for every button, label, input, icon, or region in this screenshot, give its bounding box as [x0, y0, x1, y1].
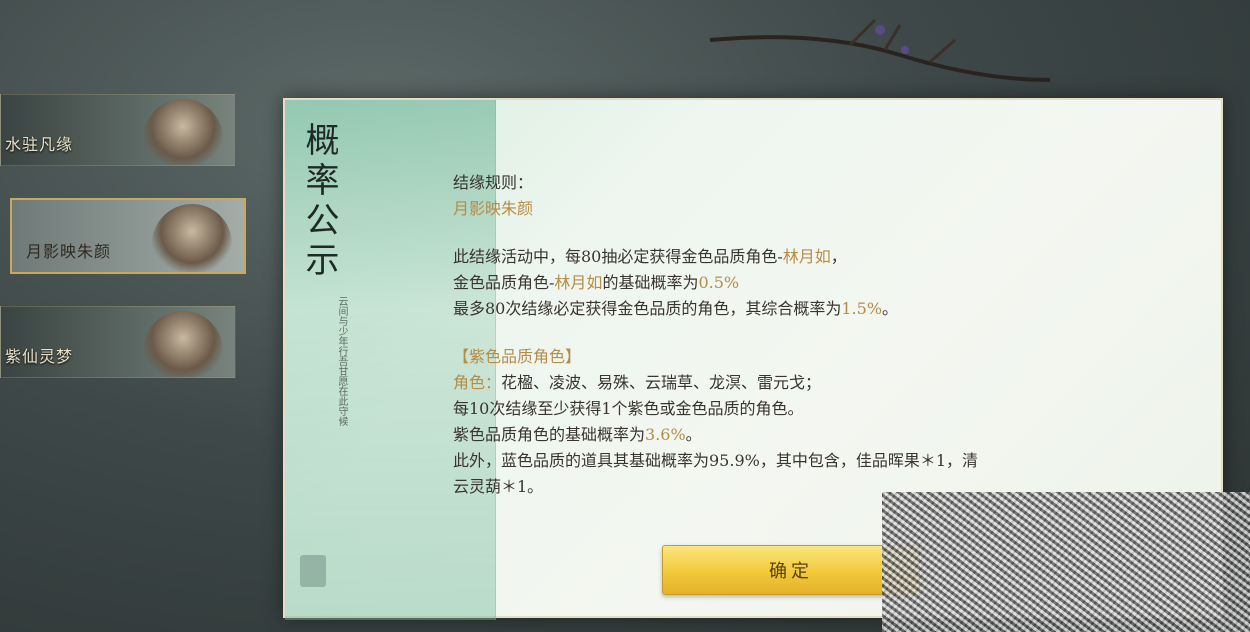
dialog-subtitle: 云间与少年行吾甘愿在此守候	[336, 296, 347, 426]
seal-icon	[300, 555, 326, 587]
character-portrait	[143, 311, 223, 377]
text-segment: 最多80次结缘必定获得金色品质的角色，其综合概率为	[453, 299, 842, 318]
purple-line-2: 每10次结缘至少获得1个紫色或金色品质的角色。	[453, 399, 804, 418]
banner-label: 紫仙灵梦	[5, 347, 74, 366]
banner-item-1[interactable]: 水驻凡缘	[0, 94, 236, 166]
purple-roles-line: 角色：花楹、凌波、易殊、云瑞草、龙溟、雷元戈；	[453, 370, 1143, 396]
character-portrait	[152, 204, 232, 272]
rules-content: 结缘规则： 月影映朱颜 此结缘活动中，每80抽必定获得金色品质角色-林月如， 金…	[453, 170, 1143, 500]
banner-item-3[interactable]: 紫仙灵梦	[0, 306, 236, 378]
rate-value: 3.6%	[645, 425, 686, 444]
banner-label: 月影映朱颜	[26, 242, 112, 261]
text-segment: 角色：	[453, 373, 502, 392]
character-name: 林月如	[554, 273, 603, 292]
text-segment: 。	[685, 425, 702, 444]
blue-line-a: 此外，蓝色品质的道具其基础概率为95.9%，其中包含，佳品晖果＊1，清	[453, 451, 979, 470]
text-segment: 。	[882, 299, 899, 318]
rule-line-3: 最多80次结缘必定获得金色品质的角色，其综合概率为1.5%。	[453, 296, 1143, 322]
rate-value: 1.5%	[841, 299, 883, 318]
event-name: 月影映朱颜	[453, 199, 534, 218]
banner-item-2-selected[interactable]: 月影映朱颜	[10, 198, 246, 274]
banner-label: 水驻凡缘	[5, 135, 74, 154]
text-segment: 此结缘活动中，每80抽必定获得金色品质角色-	[453, 247, 783, 266]
rule-line-2: 金色品质角色-林月如的基础概率为0.5%	[453, 270, 1143, 296]
text-segment: 的基础概率为	[602, 273, 699, 292]
text-segment: ，	[830, 247, 847, 266]
rules-label: 结缘规则：	[453, 173, 534, 192]
purple-quality-header: 【紫色品质角色】	[453, 347, 582, 366]
text-segment: 金色品质角色-	[453, 273, 555, 292]
purple-line-3: 紫色品质角色的基础概率为3.6%。	[453, 422, 1143, 448]
text-segment: 紫色品质角色的基础概率为	[453, 425, 646, 444]
background-branch-decoration	[709, 18, 1051, 82]
character-portrait	[143, 99, 223, 165]
redacted-qr-area	[882, 492, 1250, 632]
character-name: 林月如	[782, 247, 831, 266]
rule-line-1: 此结缘活动中，每80抽必定获得金色品质角色-林月如，	[453, 244, 1143, 270]
rate-value: 0.5%	[698, 273, 740, 292]
text-segment: 花楹、凌波、易殊、云瑞草、龙溟、雷元戈；	[501, 373, 822, 392]
dialog-title: 概率公示	[299, 122, 339, 282]
